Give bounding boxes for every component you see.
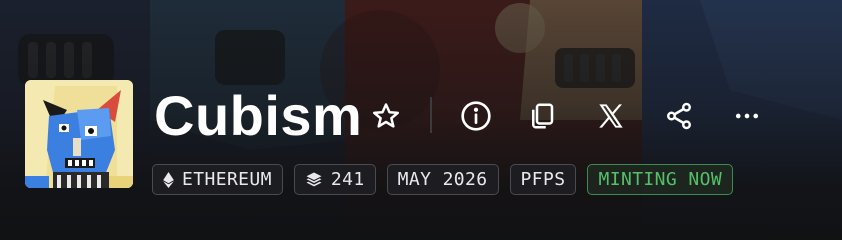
toolbar-divider (430, 97, 432, 133)
more-horizontal-icon (735, 113, 759, 119)
layers-icon (306, 172, 322, 186)
copy-button[interactable] (525, 97, 559, 135)
copy-icon (532, 103, 554, 129)
favorite-button[interactable] (369, 97, 403, 135)
collection-header: Cubism ETHEREUM 241 MAY 2026 PFPS MINTIN… (0, 0, 842, 240)
star-outline-icon (372, 103, 399, 128)
share-button[interactable] (662, 97, 696, 135)
category-tag[interactable]: PFPS (509, 164, 577, 195)
status-label: MINTING NOW (598, 169, 723, 190)
ethereum-icon (163, 171, 174, 188)
date-tag[interactable]: MAY 2026 (386, 164, 499, 195)
collection-avatar[interactable] (25, 80, 133, 188)
info-button[interactable] (459, 97, 493, 135)
share-icon (667, 102, 691, 130)
category-label: PFPS (520, 169, 566, 190)
items-count-tag[interactable]: 241 (293, 164, 376, 195)
info-circle-icon (461, 101, 491, 131)
status-badge[interactable]: MINTING NOW (587, 164, 734, 195)
items-count: 241 (330, 169, 365, 190)
x-logo-icon (599, 104, 623, 128)
cubist-robot-face-artwork (25, 80, 133, 188)
chain-label: ETHEREUM (182, 169, 272, 190)
more-options-button[interactable] (730, 97, 764, 135)
date-label: MAY 2026 (397, 169, 488, 190)
collection-tags: ETHEREUM 241 MAY 2026 PFPS MINTING NOW (152, 164, 734, 195)
collection-title: Cubism (154, 84, 363, 147)
x-share-button[interactable] (594, 97, 628, 135)
chain-tag[interactable]: ETHEREUM (152, 164, 283, 195)
